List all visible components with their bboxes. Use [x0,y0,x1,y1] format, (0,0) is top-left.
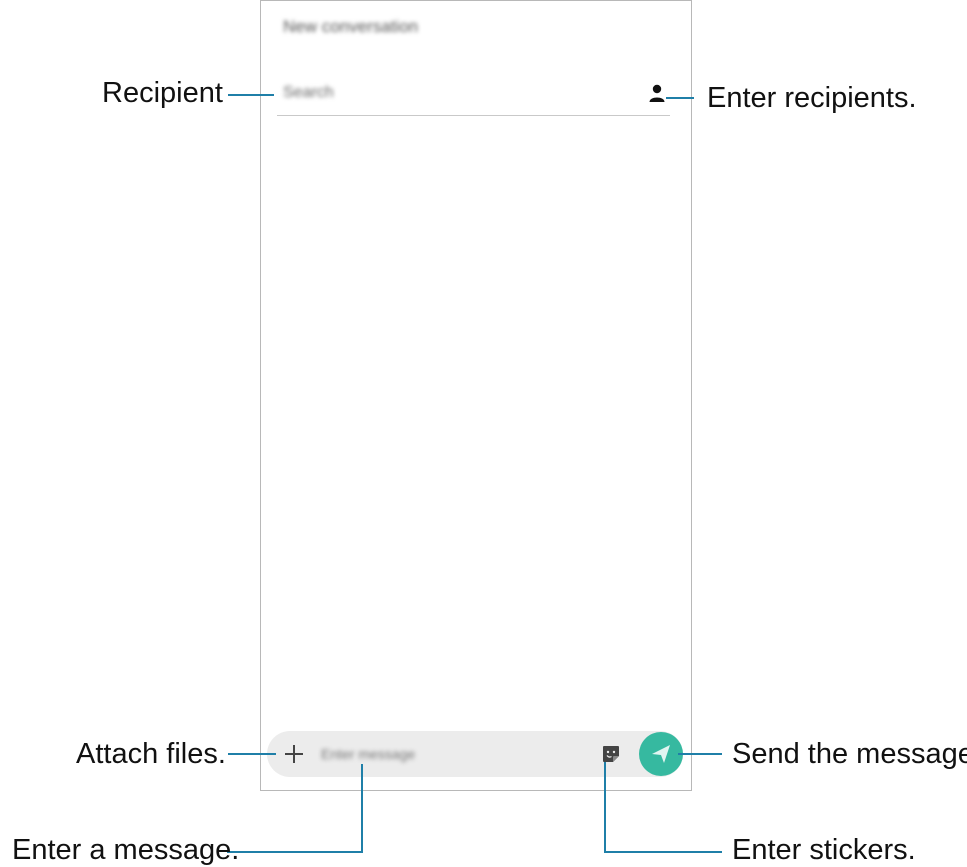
recipient-row [277,75,671,116]
send-button[interactable] [639,732,683,776]
callout-line-message-vertical [361,764,363,853]
callout-recipient: Recipient [102,77,223,109]
recipient-input[interactable] [277,75,643,111]
plus-icon[interactable] [279,739,309,769]
callout-line-message-horizontal [227,851,363,853]
callout-line-recipients [666,97,694,99]
callout-enter-message: Enter a message. [12,834,240,866]
callout-line-send [678,753,722,755]
recipient-underline [277,115,670,116]
callout-line-attach [228,753,276,755]
callout-attach-files: Attach files. [76,738,226,770]
callout-line-stickers-vertical [604,762,606,853]
phone-screen: New conversation [260,0,692,791]
header-title: New conversation [283,17,419,36]
callout-enter-recipients: Enter recipients. [707,82,917,114]
callout-enter-stickers: Enter stickers. [732,834,916,866]
callout-send-message: Send the message. [732,738,967,770]
sticker-icon[interactable] [601,744,621,764]
send-arrow-icon [652,745,670,763]
callout-line-recipient [228,94,274,96]
compose-bar [267,731,683,777]
callout-line-stickers-horizontal [604,851,722,853]
person-icon[interactable] [647,83,667,103]
